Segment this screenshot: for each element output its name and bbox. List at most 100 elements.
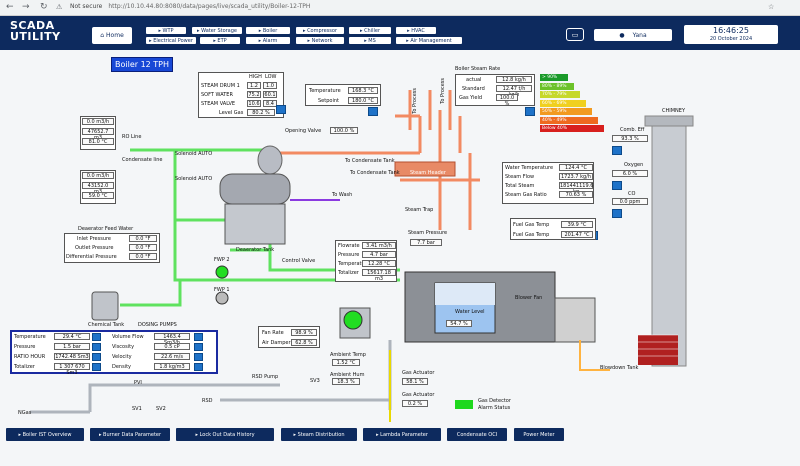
nav-boiler-ist-overview[interactable]: ▸ Boiler IST Overview	[6, 428, 84, 441]
trend-icon[interactable]	[92, 343, 101, 351]
gas-meter-value: 1 307 670 Sm3	[54, 363, 90, 376]
user-box[interactable]: ● Yana	[594, 29, 672, 41]
clock-date: 20 October 2024	[709, 36, 753, 42]
soft-flow: 0.0 m3/h	[82, 172, 114, 179]
rsd-pump-label: RSD Pump	[252, 374, 279, 380]
nav-lambda-parameter[interactable]: ▸ Lambda Parameter	[363, 428, 441, 441]
menu-alarm[interactable]: ▸ Alarm	[246, 37, 290, 44]
menu-wtp[interactable]: ▸ WTP	[146, 27, 186, 34]
nav-lock-out-data-history[interactable]: ▸ Lock Out Data History	[176, 428, 274, 441]
trend-icon[interactable]	[276, 105, 286, 114]
steam-valve-high: 10.6	[247, 100, 261, 107]
menu-network[interactable]: ▸ Network	[296, 37, 344, 44]
gas-meter-label: Pressure	[14, 344, 36, 350]
menu-etp[interactable]: ▸ ETP	[200, 37, 240, 44]
trend-icon[interactable]	[525, 107, 535, 116]
trend-icon[interactable]	[368, 107, 378, 116]
trend-icon[interactable]	[92, 353, 101, 361]
address-bar[interactable]: Not secure http://10.10.44.80:8080/data/p…	[70, 3, 310, 10]
control-valve-label: Control Valve	[282, 258, 316, 264]
totalizer-value: 15617.18 m3	[362, 269, 396, 282]
actual-label: actual	[466, 77, 482, 83]
trend-icon[interactable]	[194, 333, 203, 341]
ambient-temp-label: Ambient Temp	[330, 352, 366, 358]
clock-time: 16:46:25	[713, 26, 749, 35]
trend-icon[interactable]	[612, 181, 622, 190]
chemical-tank	[91, 291, 119, 321]
setpoint-label: Setpoint	[318, 98, 339, 104]
trend-icon[interactable]	[194, 343, 203, 351]
steam-flow-label: Steam Flow	[505, 174, 535, 180]
gas-meter-label: Volume Flow	[112, 334, 144, 340]
inlet-pressure-label: Inlet Pressure	[77, 236, 112, 242]
gas-meter-label: Temperature	[14, 334, 46, 340]
menu-electrical-power[interactable]: ▸ Electrical Power	[146, 37, 196, 44]
ro-line-label: RO Line	[122, 134, 142, 140]
solenoid-1-label: Solenoid AUTO	[175, 151, 213, 157]
steam-pressure-value: 7.7 bar	[410, 239, 442, 246]
screen-icon[interactable]: ▭	[566, 28, 584, 41]
gas-meter-label: RATIO HOUR	[14, 354, 46, 360]
nav-power-meter[interactable]: Power Meter	[514, 428, 564, 441]
fwp2-pump[interactable]	[215, 265, 229, 279]
trend-icon[interactable]	[612, 146, 622, 155]
setpoint-value[interactable]: 180.0 °C	[348, 97, 378, 104]
menu-compressor[interactable]: ▸ Compressor	[296, 27, 344, 34]
fwp1-pump[interactable]	[215, 291, 229, 305]
water-temp-value: 124.4 °C	[559, 164, 593, 171]
fwp2-label: FWP 2	[214, 257, 230, 263]
blower-fan	[554, 297, 596, 343]
blowdown-label: Blowdown Tank	[600, 365, 639, 371]
ro-temp: 81.0 °C	[82, 138, 114, 145]
menu-hvac[interactable]: ▸ HVAC	[396, 27, 436, 34]
pressure-value: 4.7 bar	[362, 251, 396, 258]
trend-icon[interactable]	[194, 353, 203, 361]
to-process-1: To Process	[412, 88, 418, 114]
oxygen-value: 6.0 %	[612, 170, 648, 177]
trend-icon[interactable]	[92, 363, 101, 371]
efficiency-bar: 50% - 59%	[540, 108, 592, 115]
menu-air-management[interactable]: ▸ Air Management	[396, 37, 462, 44]
nav-burner-data-parameter[interactable]: ▸ Burner Data Parameter	[90, 428, 170, 441]
trend-icon[interactable]	[194, 363, 203, 371]
menu-ms[interactable]: ▸ MS	[349, 37, 391, 44]
col-high: HIGH	[249, 74, 262, 80]
gas-meter-panel: Temperature 29.4 °C Volume Flow 1463.4 Sm3/…	[10, 330, 218, 376]
rsd-label: RSD	[202, 398, 213, 404]
gas-actuator-2-label: Gas Actuator	[402, 392, 435, 398]
ngas-label: NGas	[18, 410, 32, 416]
gas-detector-indicator	[455, 400, 473, 409]
gas-meter-label: Velocity	[112, 354, 132, 360]
forward-icon[interactable]: →	[22, 2, 30, 12]
oxygen-label: Oxygen	[624, 162, 644, 168]
reload-icon[interactable]: ↻	[40, 2, 48, 12]
ambient-hum-value: 18.3 %	[332, 378, 360, 385]
air-damper-label: Air Damper	[262, 340, 291, 346]
nav-condensate-oci[interactable]: Condensate OCI	[447, 428, 507, 441]
back-icon[interactable]: ←	[6, 2, 14, 12]
gas-actuator-1-value: 58.1 %	[402, 378, 428, 385]
soft-total: 43152.0 m3	[82, 182, 114, 195]
deaerator-tank-label: Deaerator Tank	[236, 247, 275, 253]
gas-meter-value: 22.6 m/s	[154, 353, 190, 360]
trend-icon[interactable]	[92, 333, 101, 341]
chimney-base	[638, 335, 678, 365]
menu-chiller[interactable]: ▸ Chiller	[349, 27, 391, 34]
nav-steam-distribution[interactable]: ▸ Steam Distribution	[281, 428, 357, 441]
fan-panel: Fan Rate 98.9 % Air Damper 62.8 %	[258, 326, 320, 348]
menu-water-storage[interactable]: ▸ Water Storage	[192, 27, 242, 34]
deaerator-tank	[219, 173, 291, 205]
trend-icon[interactable]	[612, 209, 622, 218]
pvi-label: PVI	[134, 380, 142, 386]
star-icon[interactable]: ☆	[768, 3, 774, 11]
feed-temp-value: 12.28 °C	[362, 260, 396, 267]
home-button[interactable]: ⌂ Home	[92, 27, 132, 44]
not-secure-label: Not secure	[70, 3, 103, 10]
inlet-pressure-value: 0.0 °F	[129, 235, 157, 242]
comb-eff-value: 93.3 %	[612, 135, 648, 142]
home-icon: ⌂	[100, 32, 105, 39]
air-damper-value: 62.8 %	[291, 339, 317, 346]
diff-pressure-label: Differential Pressure	[66, 254, 117, 260]
menu-boiler[interactable]: ▸ Boiler	[246, 27, 290, 34]
steam-drum-low: 1.0	[263, 82, 277, 89]
